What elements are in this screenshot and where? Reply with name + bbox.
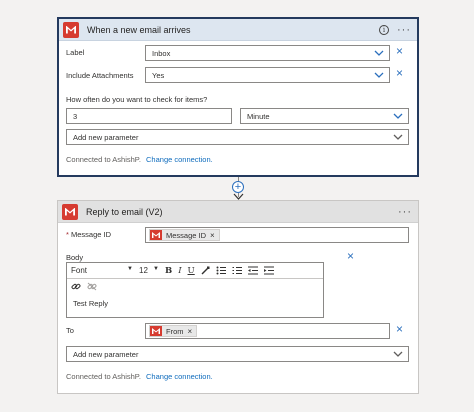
add-new-parameter-dropdown[interactable]: Add new parameter xyxy=(66,129,409,145)
unlink-icon[interactable] xyxy=(87,282,97,291)
clear-to-icon[interactable]: × xyxy=(396,323,403,335)
caret-down-icon: ▼ xyxy=(153,266,159,272)
connected-text: Connected to AshishP. xyxy=(66,155,141,164)
editor-toolbar-secondary xyxy=(67,279,323,293)
connected-text: Connected to AshishP. xyxy=(66,372,141,381)
chevron-down-icon xyxy=(374,72,384,78)
change-connection-link[interactable]: Change connection. xyxy=(146,372,213,381)
gmail-icon xyxy=(150,326,162,336)
message-id-label-text: Message ID xyxy=(71,230,112,239)
insert-step-plus-icon[interactable]: + xyxy=(232,181,244,193)
trigger-card-title: When a new email arrives xyxy=(87,24,191,35)
to-label: To xyxy=(66,326,74,335)
editor-toolbar: Font ▼ 12 ▼ B I U xyxy=(67,263,323,279)
clear-attachments-icon[interactable]: × xyxy=(396,67,403,79)
add-new-parameter-label: Add new parameter xyxy=(73,132,139,142)
bold-icon[interactable]: B xyxy=(165,266,172,276)
body-label: Body xyxy=(66,253,84,262)
change-connection-link[interactable]: Change connection. xyxy=(146,155,213,164)
message-id-token-label: Message ID xyxy=(166,230,207,240)
numbered-list-icon[interactable] xyxy=(232,266,242,275)
frequency-dropdown-value: Minute xyxy=(247,111,270,121)
message-id-input[interactable]: Message ID × xyxy=(145,227,409,243)
trigger-card-header[interactable]: When a new email arrives i ··· xyxy=(59,19,417,41)
increase-indent-icon[interactable] xyxy=(263,266,274,275)
frequency-dropdown[interactable]: Minute xyxy=(240,108,409,124)
interval-input-value: 3 xyxy=(73,111,78,121)
attachments-dropdown-value: Yes xyxy=(152,70,165,80)
more-options-icon[interactable]: ··· xyxy=(398,206,412,217)
remove-token-icon[interactable]: × xyxy=(188,327,193,336)
gmail-icon xyxy=(150,230,162,240)
chevron-down-icon xyxy=(393,113,403,119)
bullet-list-icon[interactable] xyxy=(216,266,226,275)
from-token[interactable]: From × xyxy=(149,325,198,337)
chevron-down-icon xyxy=(393,134,403,140)
attachments-field-label: Include Attachments xyxy=(66,71,134,80)
trigger-connection-info: Connected to AshishP. Change connection. xyxy=(66,155,213,164)
decrease-indent-icon[interactable] xyxy=(247,266,258,275)
font-size-value: 12 xyxy=(139,266,148,275)
reply-card-header[interactable]: Reply to email (V2) ··· xyxy=(58,201,418,223)
label-field-label: Label xyxy=(66,48,85,57)
to-input[interactable]: From × xyxy=(145,323,390,339)
font-dropdown-label: Font xyxy=(71,266,88,275)
reply-card-title: Reply to email (V2) xyxy=(86,206,163,217)
paint-brush-icon[interactable] xyxy=(201,266,210,275)
underline-icon[interactable]: U xyxy=(188,266,195,276)
label-dropdown-value: Inbox xyxy=(152,48,171,58)
message-id-token[interactable]: Message ID × xyxy=(149,229,220,241)
font-size-dropdown[interactable]: 12 ▼ xyxy=(139,266,159,275)
interval-input[interactable]: 3 xyxy=(66,108,232,124)
gmail-icon xyxy=(62,203,78,220)
add-new-parameter-dropdown[interactable]: Add new parameter xyxy=(66,346,409,362)
body-text[interactable]: Test Reply xyxy=(67,293,323,314)
more-options-icon[interactable]: ··· xyxy=(397,24,411,35)
link-icon[interactable] xyxy=(71,282,81,291)
chevron-down-icon xyxy=(393,351,403,357)
reply-connection-info: Connected to AshishP. Change connection. xyxy=(66,372,213,381)
from-token-label: From xyxy=(166,326,184,336)
gmail-icon xyxy=(63,21,79,38)
add-new-parameter-label: Add new parameter xyxy=(73,349,139,359)
required-mark: * xyxy=(66,230,69,239)
attachments-dropdown[interactable]: Yes xyxy=(145,67,390,83)
clear-label-icon[interactable]: × xyxy=(396,45,403,57)
clear-body-icon[interactable]: × xyxy=(347,250,354,262)
caret-down-icon: ▼ xyxy=(127,266,133,272)
remove-token-icon[interactable]: × xyxy=(210,231,215,240)
body-editor[interactable]: Font ▼ 12 ▼ B I U Test Reply xyxy=(66,262,324,318)
message-id-label: * Message ID xyxy=(66,230,111,239)
info-icon[interactable]: i xyxy=(379,24,389,35)
italic-icon[interactable]: I xyxy=(178,266,181,276)
chevron-down-icon xyxy=(374,50,384,56)
font-dropdown[interactable]: Font ▼ xyxy=(71,266,133,275)
label-dropdown[interactable]: Inbox xyxy=(145,45,390,61)
frequency-question: How often do you want to check for items… xyxy=(66,95,208,104)
